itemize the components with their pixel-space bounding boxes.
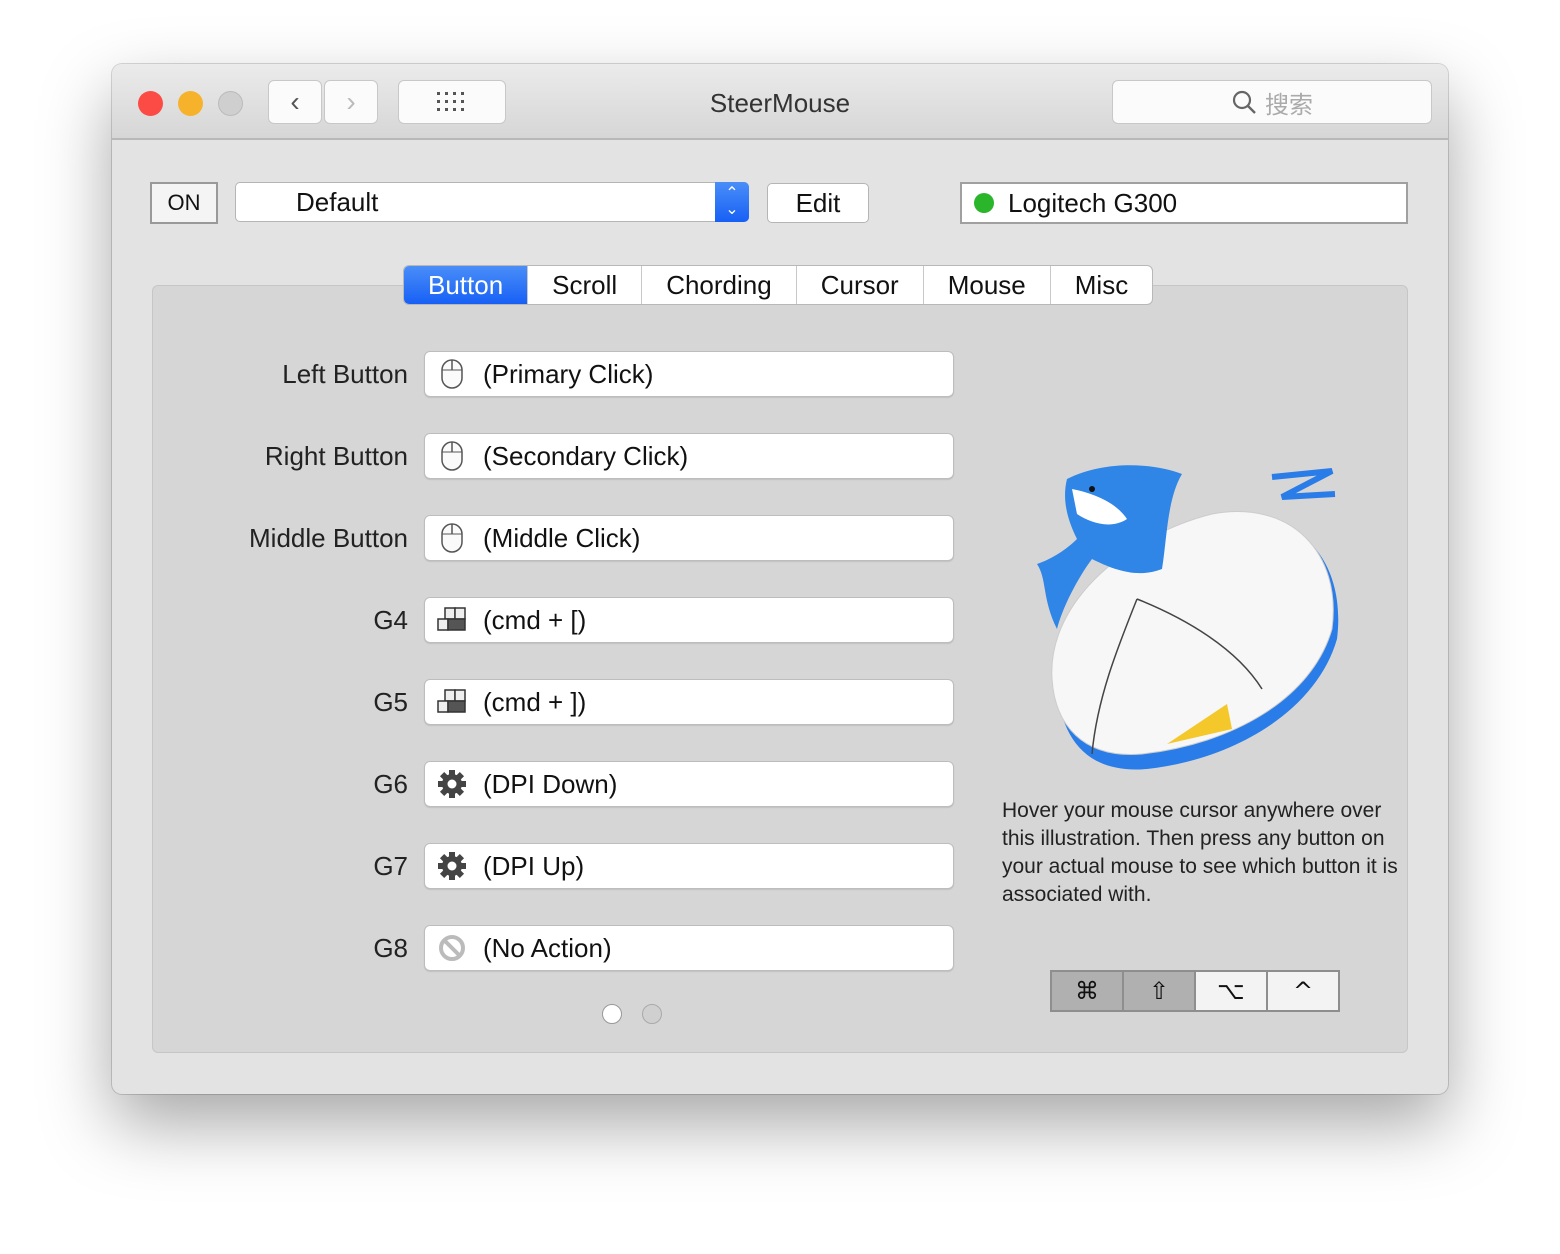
on-toggle[interactable]: ON — [150, 182, 218, 224]
gear-icon — [437, 851, 467, 881]
tab-bar: Button Scroll Chording Cursor Mouse Misc — [403, 265, 1154, 305]
edit-button[interactable]: Edit — [767, 183, 869, 223]
middle-button-action-field[interactable]: (Middle Click) — [424, 515, 954, 561]
mouse-icon — [437, 441, 467, 471]
status-dot-icon — [974, 193, 994, 213]
window: ‹ › SteerMouse 搜索 ON Default ⌃ ⌄ Edit Log… — [112, 64, 1448, 1094]
g4-label: G4 — [373, 605, 408, 635]
right-button-action-field[interactable]: (Secondary Click) — [424, 433, 954, 479]
gear-icon — [437, 769, 467, 799]
left-button-action-field[interactable]: (Primary Click) — [424, 351, 954, 397]
control-key-toggle[interactable]: ^ — [1268, 972, 1338, 1010]
tab-chording[interactable]: Chording — [641, 266, 796, 304]
right-button-label: Right Button — [264, 441, 408, 471]
profile-select[interactable]: Default ⌃ ⌄ — [235, 182, 749, 222]
stepper-icon: ⌃ ⌄ — [715, 182, 749, 222]
g5-action: (cmd + ]) — [483, 686, 587, 717]
search-field[interactable]: 搜索 — [1112, 80, 1432, 124]
g6-action-field[interactable]: (DPI Down) — [424, 761, 954, 807]
g5-label: G5 — [373, 687, 408, 717]
page-dot-2[interactable] — [642, 1004, 662, 1024]
illustration-hint: Hover your mouse cursor anywhere over th… — [1002, 799, 1398, 906]
g7-action: (DPI Up) — [483, 850, 585, 881]
g4-action-field[interactable]: (cmd + [) — [424, 597, 954, 643]
g7-label: G7 — [373, 851, 408, 881]
modifier-keys: ⌘ ⇧ ⌥ ^ — [1050, 970, 1340, 1012]
search-icon — [1232, 90, 1256, 114]
g4-action: (cmd + [) — [483, 604, 587, 635]
command-key-toggle[interactable]: ⌘ — [1052, 972, 1122, 1010]
keyboard-icon — [437, 687, 467, 717]
no-action-icon — [437, 933, 467, 963]
g8-action: (No Action) — [483, 932, 612, 963]
mouse-icon — [437, 359, 467, 389]
mouse-icon — [437, 523, 467, 553]
g8-action-field[interactable]: (No Action) — [424, 925, 954, 971]
tab-misc[interactable]: Misc — [1049, 266, 1152, 304]
tab-mouse[interactable]: Mouse — [922, 266, 1050, 304]
g6-label: G6 — [373, 769, 408, 799]
device-name: Logitech G300 — [1008, 187, 1178, 218]
g5-action-field[interactable]: (cmd + ]) — [424, 679, 954, 725]
right-button-action: (Secondary Click) — [483, 440, 689, 471]
search-placeholder: 搜索 — [1265, 91, 1313, 119]
tab-scroll[interactable]: Scroll — [527, 266, 641, 304]
g6-action: (DPI Down) — [483, 768, 618, 799]
tab-button[interactable]: Button — [404, 266, 528, 304]
middle-button-action: (Middle Click) — [483, 522, 641, 553]
option-key-toggle[interactable]: ⌥ — [1196, 972, 1266, 1010]
title-bar: ‹ › SteerMouse 搜索 — [112, 64, 1448, 140]
left-button-label: Left Button — [282, 359, 408, 389]
g7-action-field[interactable]: (DPI Up) — [424, 843, 954, 889]
shift-key-toggle[interactable]: ⇧ — [1124, 972, 1194, 1010]
tab-cursor[interactable]: Cursor — [795, 266, 923, 304]
keyboard-icon — [437, 605, 467, 635]
profile-value: Default — [296, 186, 379, 217]
device-field: Logitech G300 — [960, 182, 1408, 224]
mouse-illustration[interactable] — [1017, 459, 1357, 789]
middle-button-label: Middle Button — [249, 523, 408, 553]
left-button-action: (Primary Click) — [483, 358, 654, 389]
g8-label: G8 — [373, 933, 408, 963]
page-dot-1[interactable] — [602, 1004, 622, 1024]
